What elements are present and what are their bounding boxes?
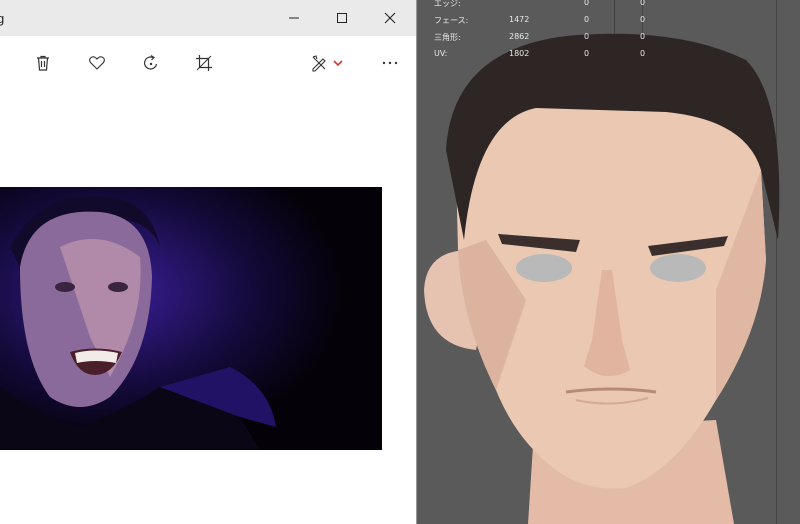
rotate-button[interactable] (138, 50, 164, 76)
crop-icon (196, 55, 212, 71)
chevron-down-icon (333, 60, 343, 67)
edit-draw-button[interactable] (306, 50, 332, 76)
delete-button[interactable] (30, 50, 56, 76)
more-button[interactable] (377, 50, 403, 76)
favorite-icon (89, 56, 105, 70)
maximize-icon (337, 13, 347, 23)
minimize-icon (289, 17, 299, 19)
delete-icon (37, 55, 49, 71)
close-icon (384, 12, 396, 24)
left-eye (516, 254, 572, 282)
toolbar (0, 36, 416, 92)
photo-image (0, 187, 382, 450)
crop-button[interactable] (191, 50, 217, 76)
rotate-icon (143, 55, 158, 70)
maximize-button[interactable] (318, 0, 366, 36)
right-eye (650, 254, 706, 282)
photo-content (0, 187, 382, 450)
title-bar[interactable]: g (0, 0, 416, 36)
window-title: g (0, 11, 5, 26)
more-icon (382, 61, 398, 65)
favorite-button[interactable] (84, 50, 110, 76)
photo-viewer-window: g (0, 0, 417, 524)
edit-draw-icon (312, 55, 326, 72)
3d-viewport[interactable]: エッジ: 0 0 フェース: 1472 0 0 三角形: 2862 0 0 UV… (416, 0, 800, 524)
edit-dropdown-button[interactable] (331, 50, 345, 76)
minimize-button[interactable] (270, 0, 318, 36)
head-model[interactable] (416, 0, 800, 524)
close-button[interactable] (366, 0, 414, 36)
